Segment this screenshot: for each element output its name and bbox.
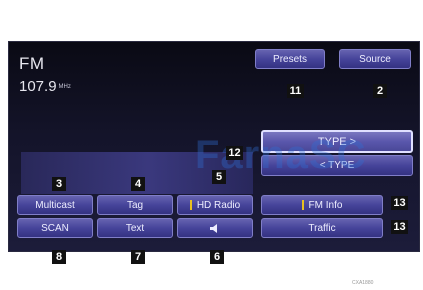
callout-8: 8 — [52, 250, 66, 264]
frequency-value: 107.9 — [19, 78, 57, 95]
traffic-button[interactable]: Traffic — [261, 218, 383, 238]
tag-button[interactable]: Tag — [97, 195, 173, 215]
fm-info-button[interactable]: FM Info — [261, 195, 383, 215]
hd-indicator-icon — [189, 200, 192, 210]
callout-4: 4 — [131, 177, 145, 191]
frequency-display: 107.9 MHz — [19, 78, 71, 95]
callout-11: 12 — [226, 146, 243, 160]
speaker-button[interactable] — [177, 218, 253, 238]
source-button[interactable]: Source — [339, 49, 411, 69]
fm-info-label: FM Info — [308, 199, 343, 211]
hd-radio-label: HD Radio — [196, 199, 241, 211]
fm-info-indicator-icon — [301, 200, 304, 210]
callout-3: 3 — [52, 177, 66, 191]
hd-radio-button[interactable]: HD Radio — [177, 195, 253, 215]
speaker-icon — [210, 223, 217, 233]
scan-button[interactable]: SCAN — [17, 218, 93, 238]
image-code: CXA1880 — [352, 280, 374, 286]
presets-button[interactable]: Presets — [255, 49, 325, 69]
callout-12: 13 — [391, 196, 408, 210]
callout-7: 7 — [131, 250, 145, 264]
text-button[interactable]: Text — [97, 218, 173, 238]
callout-2: 2 — [373, 84, 387, 98]
callout-6: 6 — [210, 250, 224, 264]
frequency-unit: MHz — [58, 84, 71, 91]
callout-10: 11 — [287, 84, 304, 98]
callout-5: 5 — [212, 170, 226, 184]
callout-13: 13 — [391, 220, 408, 234]
multicast-button[interactable]: Multicast — [17, 195, 93, 215]
band-label: FM — [19, 54, 45, 73]
